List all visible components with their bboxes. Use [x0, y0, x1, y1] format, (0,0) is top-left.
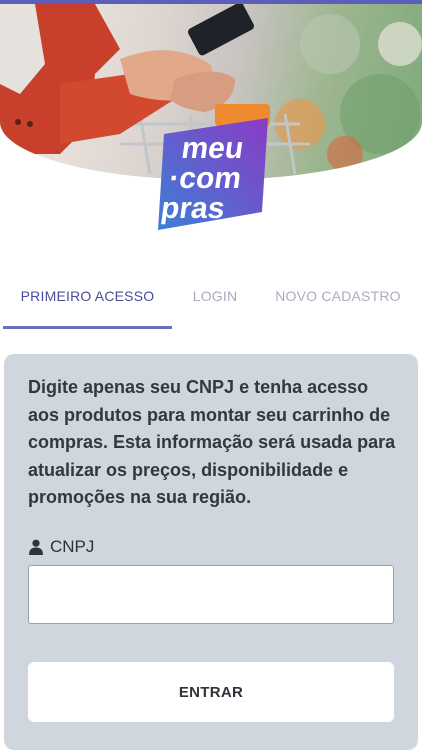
cnpj-field-label: CNPJ [28, 537, 94, 557]
cnpj-label-text: CNPJ [50, 537, 95, 556]
tab-primeiro-acesso[interactable]: PRIMEIRO ACESSO [3, 264, 172, 328]
meucompras-logo: meu ·com pras [146, 118, 274, 234]
entrar-button[interactable]: ENTRAR [28, 662, 394, 722]
user-icon [29, 539, 43, 555]
svg-text:pras: pras [159, 192, 227, 225]
tab-login[interactable]: LOGIN [172, 264, 258, 328]
active-tab-indicator [3, 326, 172, 329]
svg-text:meu: meu [179, 132, 245, 165]
first-access-card: Digite apenas seu CNPJ e tenha acesso ao… [4, 354, 418, 750]
cnpj-input[interactable] [28, 565, 394, 624]
tab-bar: PRIMEIRO ACESSO LOGIN NOVO CADASTRO [0, 264, 422, 332]
tab-novo-cadastro[interactable]: NOVO CADASTRO [262, 264, 414, 328]
form-description: Digite apenas seu CNPJ e tenha acesso ao… [28, 377, 396, 507]
svg-text:·com: ·com [167, 162, 243, 195]
